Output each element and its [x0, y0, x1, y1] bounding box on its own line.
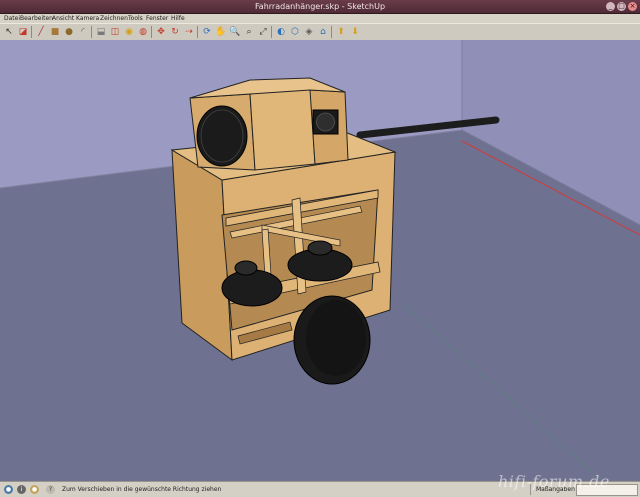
select-arrow-icon[interactable]: ↖ — [3, 26, 15, 38]
woofer-left-cone — [221, 269, 283, 307]
minimize-button[interactable]: _ — [606, 2, 615, 11]
pan-hand-icon[interactable]: ✋ — [215, 26, 227, 38]
woofer-right-magnet — [307, 240, 333, 256]
components-icon[interactable]: ◈ — [303, 26, 315, 38]
follow-me-icon[interactable]: ⇢ — [183, 26, 195, 38]
toolbar-separator — [151, 26, 152, 38]
window-title: Fahrradanhänger.skp - SketchUp — [254, 2, 386, 11]
menu-bar: Datei Bearbeiten Ansicht Kamera Zeichnen… — [0, 14, 640, 23]
credits-icon[interactable]: i — [17, 485, 26, 494]
top-box-front — [249, 83, 316, 171]
eraser-icon[interactable]: ◪ — [17, 26, 29, 38]
arc-icon[interactable]: ◜ — [77, 26, 89, 38]
title-bar: Fahrradanhänger.skp - SketchUp _ □ × — [0, 0, 640, 14]
iso-view-icon[interactable]: ⬡ — [289, 26, 301, 38]
menu-fenster[interactable]: Fenster — [146, 14, 168, 23]
model-viewport[interactable] — [0, 40, 640, 481]
help-icon[interactable]: ? — [46, 485, 55, 494]
cooling-fan-blades — [316, 112, 335, 132]
menu-bearbeiten[interactable]: Bearbeiten — [20, 14, 53, 23]
toolbar: ↖ ◪ ╱ ■ ● ◜ ⬓ ◫ ◉ ◍ ✥ ↻ ⇢ ⟳ ✋ 🔍 ⌕ ⤢ ◐ ⬡ ◈ ⌂ ⬆ ⬇ — [0, 23, 640, 41]
zoom-window-icon[interactable]: ⌕ — [243, 26, 255, 38]
offset-icon[interactable]: ◫ — [109, 26, 121, 38]
zoom-extents-icon[interactable]: ⤢ — [257, 26, 269, 38]
zoom-icon[interactable]: 🔍 — [229, 26, 241, 38]
3d-warehouse-icon[interactable]: ⌂ — [317, 26, 329, 38]
toolbar-separator — [197, 26, 198, 38]
toolbar-separator — [331, 26, 332, 38]
orbit-icon[interactable]: ⟳ — [201, 26, 213, 38]
woofer-left-magnet — [234, 260, 258, 276]
wheel-face — [306, 300, 366, 376]
maximize-button[interactable]: □ — [617, 2, 626, 11]
push-pull-icon[interactable]: ⬓ — [95, 26, 107, 38]
toolbar-separator — [31, 26, 32, 38]
share-model-icon[interactable]: ⬇ — [349, 26, 361, 38]
menu-kamera[interactable]: Kamera — [76, 14, 99, 23]
geo-location-icon[interactable]: ● — [4, 485, 13, 494]
scene-drawing — [0, 40, 640, 481]
rectangle-icon[interactable]: ■ — [49, 26, 61, 38]
status-message: Zum Verschieben in die gewünschte Richtu… — [62, 486, 222, 493]
user-icon[interactable]: ● — [30, 485, 39, 494]
menu-zeichnen[interactable]: Zeichnen — [100, 14, 128, 23]
move-icon[interactable]: ✥ — [155, 26, 167, 38]
close-button[interactable]: × — [628, 2, 637, 11]
menu-hilfe[interactable]: Hilfe — [171, 14, 185, 23]
previous-view-icon[interactable]: ◐ — [275, 26, 287, 38]
toolbar-separator — [91, 26, 92, 38]
tape-measure-icon[interactable]: ◉ — [123, 26, 135, 38]
menu-datei[interactable]: Datei — [4, 14, 20, 23]
menu-ansicht[interactable]: Ansicht — [52, 14, 74, 23]
rotate-icon[interactable]: ↻ — [169, 26, 181, 38]
paint-bucket-icon[interactable]: ◍ — [137, 26, 149, 38]
top-speaker-cone — [196, 105, 248, 167]
circle-icon[interactable]: ● — [63, 26, 75, 38]
toolbar-separator — [271, 26, 272, 38]
watermark: hifi-forum.de — [498, 472, 610, 491]
menu-tools[interactable]: Tools — [128, 14, 143, 23]
get-models-icon[interactable]: ⬆ — [335, 26, 347, 38]
pencil-line-icon[interactable]: ╱ — [35, 26, 47, 38]
